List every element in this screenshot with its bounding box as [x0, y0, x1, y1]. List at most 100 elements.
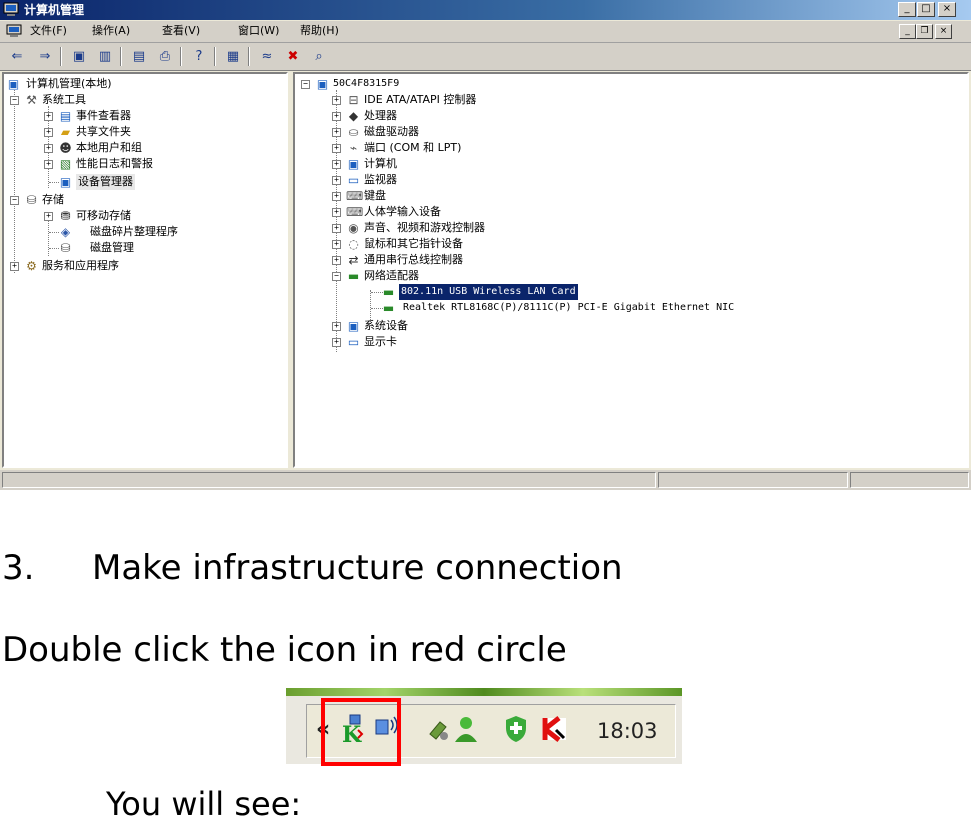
hid-icon: ⌨ — [346, 205, 364, 219]
event-viewer-icon: ▤ — [59, 109, 72, 123]
toolbar-separator — [248, 47, 250, 66]
kaspersky-icon[interactable] — [540, 714, 568, 744]
expand-toggle[interactable]: + — [332, 176, 341, 185]
expand-toggle[interactable]: + — [332, 240, 341, 249]
console-icon[interactable]: ▦ — [222, 47, 244, 66]
maximize-button[interactable]: □ — [917, 2, 935, 17]
collapse-toggle[interactable]: − — [332, 272, 341, 281]
forward-icon[interactable]: ⇒ — [34, 47, 56, 66]
system-device-icon: ▣ — [347, 319, 360, 333]
help-icon[interactable]: ? — [188, 47, 210, 66]
usb-icon: ⇄ — [348, 253, 359, 267]
network-adapter-icon: ▬ — [347, 269, 360, 283]
disk-drive-icon: ⛀ — [348, 125, 359, 139]
properties-icon[interactable]: ▤ — [128, 47, 150, 66]
expand-toggle[interactable]: + — [44, 112, 53, 121]
expand-toggle[interactable]: + — [332, 128, 341, 137]
users-icon: ☻ — [59, 141, 72, 155]
computer-management-window: 计算机管理 _ □ × 文件(F) 操作(A) 查看(V) 窗口(W) 帮助(H… — [0, 0, 971, 490]
menu-action[interactable]: 操作(A) — [92, 24, 130, 38]
disk-management-icon: ⛁ — [60, 241, 71, 255]
disable-device-icon[interactable]: ≈ — [256, 47, 278, 66]
network-adapter-icon: ▬ — [382, 301, 395, 315]
status-bar — [0, 470, 971, 490]
red-highlight-box — [321, 698, 401, 766]
device-manager-icon: ▣ — [59, 175, 72, 189]
expand-toggle[interactable]: + — [332, 192, 341, 201]
window-title: 计算机管理 — [24, 3, 85, 17]
messenger-user-icon[interactable] — [452, 714, 480, 744]
taskbar-edge — [286, 688, 682, 696]
close-button[interactable]: × — [938, 2, 956, 17]
defrag-icon: ◈ — [60, 225, 71, 239]
expand-toggle[interactable]: + — [332, 256, 341, 265]
shared-folder-icon: ▰ — [60, 125, 71, 139]
expand-toggle[interactable]: + — [332, 208, 341, 217]
expand-toggle[interactable]: + — [10, 262, 19, 271]
step-title: Make infrastructure connection — [92, 548, 623, 588]
display-adapter-icon: ▭ — [347, 335, 360, 349]
tray-clock[interactable]: 18:03 — [597, 718, 658, 744]
network-adapter-icon: ▬ — [382, 285, 395, 299]
removable-storage-icon: ⛃ — [60, 209, 71, 223]
scan-hardware-icon[interactable]: ⌕ — [308, 47, 330, 66]
title-bar[interactable]: 计算机管理 _ □ × — [0, 0, 971, 20]
expand-toggle[interactable]: + — [332, 224, 341, 233]
port-icon: ⌁ — [349, 141, 358, 155]
device-tree-pane: − ▣ 50C4F8315F9 + ⊟ IDE ATA/ATAPI 控制器 + … — [293, 72, 969, 468]
menu-window[interactable]: 窗口(W) — [238, 24, 279, 38]
expand-toggle[interactable]: + — [332, 144, 341, 153]
sound-icon: ◉ — [348, 221, 359, 235]
processor-icon: ◆ — [348, 109, 359, 123]
computer-management-icon — [3, 2, 19, 16]
mouse-icon: ◌ — [348, 237, 359, 251]
toolbar-separator — [60, 47, 62, 66]
document-window-icon[interactable] — [6, 24, 22, 38]
step-number: 3. — [2, 548, 35, 588]
expand-toggle[interactable]: + — [44, 144, 53, 153]
mdi-restore-button[interactable]: ❐ — [916, 24, 933, 39]
monitor-icon: ▭ — [347, 173, 360, 187]
instruction-text: Double click the icon in red circle — [2, 630, 567, 670]
computer-icon: ▣ — [7, 77, 20, 91]
print-icon[interactable]: ⎙ — [154, 47, 176, 66]
collapse-toggle[interactable]: − — [10, 196, 19, 205]
status-cell — [2, 472, 656, 488]
expand-toggle[interactable]: + — [332, 322, 341, 331]
computer-icon: ▣ — [316, 77, 329, 91]
keyboard-icon: ⌨ — [346, 189, 364, 203]
expand-toggle[interactable]: + — [332, 160, 341, 169]
show-hide-tree-icon[interactable]: ▥ — [94, 47, 116, 66]
expand-toggle[interactable]: + — [332, 112, 341, 121]
status-cell — [658, 472, 848, 488]
menu-view[interactable]: 查看(V) — [162, 24, 200, 38]
toolbar: ⇐ ⇒ ▣ ▥ ▤ ⎙ ? ▦ ≈ ✖ ⌕ — [0, 43, 971, 71]
expand-toggle[interactable]: + — [44, 128, 53, 137]
expand-toggle[interactable]: + — [332, 96, 341, 105]
toolbar-separator — [214, 47, 216, 66]
toolbar-separator — [120, 47, 122, 66]
mdi-close-button[interactable]: × — [935, 24, 952, 39]
minimize-button[interactable]: _ — [898, 2, 916, 17]
menu-bar: 文件(F) 操作(A) 查看(V) 窗口(W) 帮助(H) _ ❐ × — [0, 21, 971, 43]
up-folder-icon[interactable]: ▣ — [68, 47, 90, 66]
security-shield-icon[interactable] — [502, 714, 530, 744]
expand-toggle[interactable]: + — [332, 338, 341, 347]
collapse-toggle[interactable]: − — [10, 96, 19, 105]
computer-icon: ▣ — [347, 157, 360, 171]
status-cell — [850, 472, 969, 488]
collapse-toggle[interactable]: − — [301, 80, 310, 89]
you-will-see-text: You will see: — [106, 785, 302, 823]
tools-icon: ⚒ — [26, 93, 37, 107]
menu-help[interactable]: 帮助(H) — [300, 24, 339, 38]
back-icon[interactable]: ⇐ — [6, 47, 28, 66]
menu-file[interactable]: 文件(F) — [30, 24, 67, 38]
expand-toggle[interactable]: + — [44, 160, 53, 169]
expand-toggle[interactable]: + — [44, 212, 53, 221]
console-tree-pane: ▣ 计算机管理(本地) − ⚒ 系统工具 + ▤ 事件查看器 + ▰ 共享文件夹… — [2, 72, 288, 468]
toolbar-separator — [180, 47, 182, 66]
ide-controller-icon: ⊟ — [348, 93, 359, 107]
uninstall-device-icon[interactable]: ✖ — [282, 47, 304, 66]
usb-device-icon[interactable] — [424, 714, 452, 744]
mdi-minimize-button[interactable]: _ — [899, 24, 916, 39]
